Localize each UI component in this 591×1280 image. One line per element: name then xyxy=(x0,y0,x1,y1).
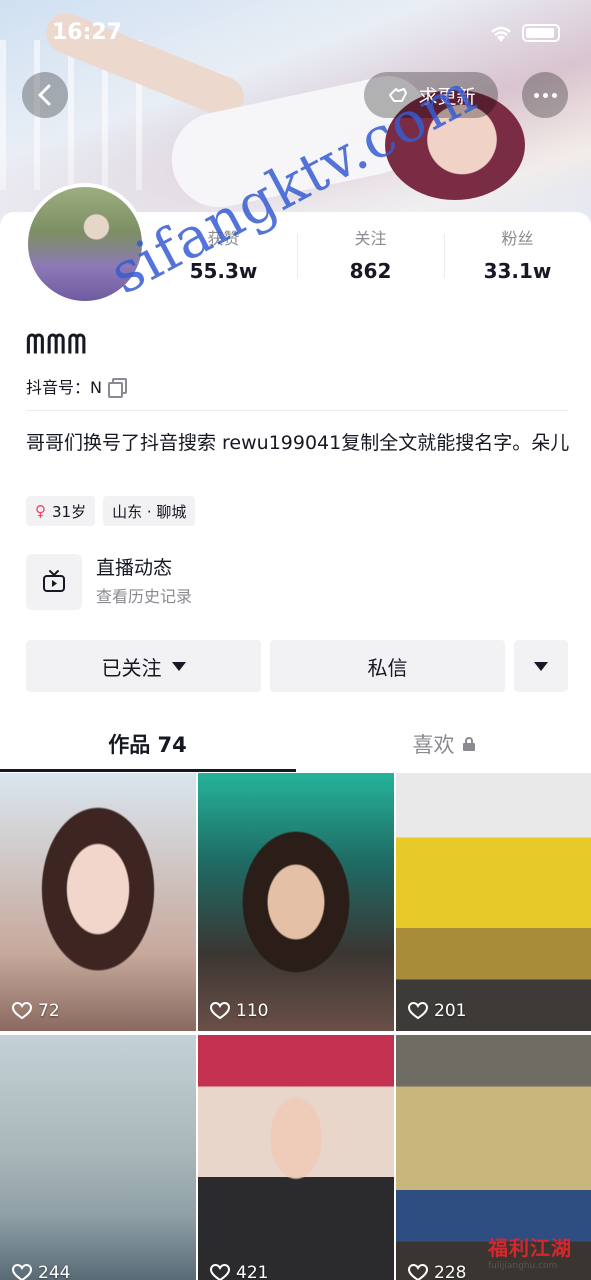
video-like-count: 228 xyxy=(408,1263,466,1280)
douyin-id[interactable]: 抖音号：N xyxy=(26,374,127,398)
age-tag: ♀ 31岁 xyxy=(26,496,96,526)
divider xyxy=(26,410,568,411)
live-icon-box xyxy=(26,554,82,610)
stat-label: 粉丝 xyxy=(501,229,534,248)
heart-icon xyxy=(210,1002,230,1020)
like-count-text: 72 xyxy=(38,1001,60,1021)
tab-active-indicator xyxy=(0,769,296,772)
tab-likes[interactable]: 喜欢 xyxy=(296,715,591,773)
video-like-count: 201 xyxy=(408,1001,466,1021)
video-thumbnail[interactable]: 244 xyxy=(0,1035,196,1280)
status-time: 16:27 xyxy=(52,20,123,45)
more-actions-button[interactable] xyxy=(514,640,568,692)
like-count-text: 244 xyxy=(38,1263,71,1280)
corner-logo-cn: 福利江湖 xyxy=(488,1236,572,1260)
heart-icon xyxy=(210,1264,230,1280)
like-count-text: 421 xyxy=(236,1263,269,1280)
live-title: 直播动态 xyxy=(96,557,173,579)
female-icon: ♀ xyxy=(35,502,46,520)
heart-icon xyxy=(12,1264,32,1280)
more-options-button[interactable] xyxy=(522,72,568,118)
age-tag-label: 31岁 xyxy=(52,502,87,521)
battery-icon xyxy=(522,24,560,42)
heart-icon xyxy=(408,1002,428,1020)
message-button[interactable]: 私信 xyxy=(270,640,505,692)
more-dots-icon xyxy=(532,92,559,98)
lock-icon xyxy=(462,737,475,751)
live-subtitle: 查看历史记录 xyxy=(96,587,193,606)
video-like-count: 72 xyxy=(12,1001,60,1021)
location-tag-label: 山东 · 聊城 xyxy=(112,502,187,521)
live-history-entry[interactable]: 直播动态 查看历史记录 xyxy=(26,552,326,612)
tab-likes-label: 喜欢 xyxy=(412,733,455,757)
bio: 哥哥们换号了抖音搜索 rewu199041复制全文就能搜名字。朵儿 xyxy=(26,432,570,454)
location-tag: 山东 · 聊城 xyxy=(103,496,196,526)
video-like-count: 244 xyxy=(12,1263,70,1280)
like-count-text: 228 xyxy=(434,1263,467,1280)
video-thumbnail[interactable]: 421 xyxy=(198,1035,394,1280)
like-count-text: 201 xyxy=(434,1001,467,1021)
caret-down-icon xyxy=(171,661,186,671)
profile-tabs: 作品 74 喜欢 xyxy=(0,715,591,773)
back-button[interactable] xyxy=(22,72,68,118)
message-label: 私信 xyxy=(367,655,408,680)
corner-logo-en: fulijianghu.com xyxy=(488,1261,558,1271)
heart-icon xyxy=(12,1002,32,1020)
followed-button[interactable]: 已关注 xyxy=(26,640,261,692)
stat-followers[interactable]: 粉丝 33.1w xyxy=(444,228,591,288)
douyin-id-text: 抖音号：N xyxy=(26,378,102,397)
live-tv-icon xyxy=(43,570,65,592)
stat-value: 862 xyxy=(349,259,392,283)
heart-icon xyxy=(408,1264,428,1280)
profile-tags: ♀ 31岁 山东 · 聊城 xyxy=(26,496,196,526)
chevron-left-icon xyxy=(38,84,51,106)
status-bar: 16:27 xyxy=(0,0,591,64)
video-thumbnail[interactable]: 110 xyxy=(198,773,394,1031)
like-count-text: 110 xyxy=(236,1001,269,1021)
video-thumbnail[interactable]: 201 xyxy=(396,773,591,1031)
stat-value: 33.1w xyxy=(483,259,552,283)
tab-works-label: 作品 74 xyxy=(108,733,187,757)
corner-logo: 福利江湖 fulijianghu.com xyxy=(488,1232,586,1276)
nickname: ᗰᗰᗰ xyxy=(26,330,89,360)
stat-following[interactable]: 关注 862 xyxy=(297,228,444,288)
profile-actions: 已关注 私信 xyxy=(26,640,568,692)
copy-icon[interactable] xyxy=(107,378,127,398)
video-like-count: 110 xyxy=(210,1001,268,1021)
stat-label: 关注 xyxy=(354,229,387,248)
video-thumbnail[interactable]: 72 xyxy=(0,773,196,1031)
video-grid: 72 110 201 244 421 228 xyxy=(0,773,591,1280)
tab-works[interactable]: 作品 74 xyxy=(0,715,295,773)
video-like-count: 421 xyxy=(210,1263,268,1280)
followed-label: 已关注 xyxy=(101,655,162,680)
caret-down-icon xyxy=(534,661,548,671)
wifi-icon xyxy=(491,26,511,42)
